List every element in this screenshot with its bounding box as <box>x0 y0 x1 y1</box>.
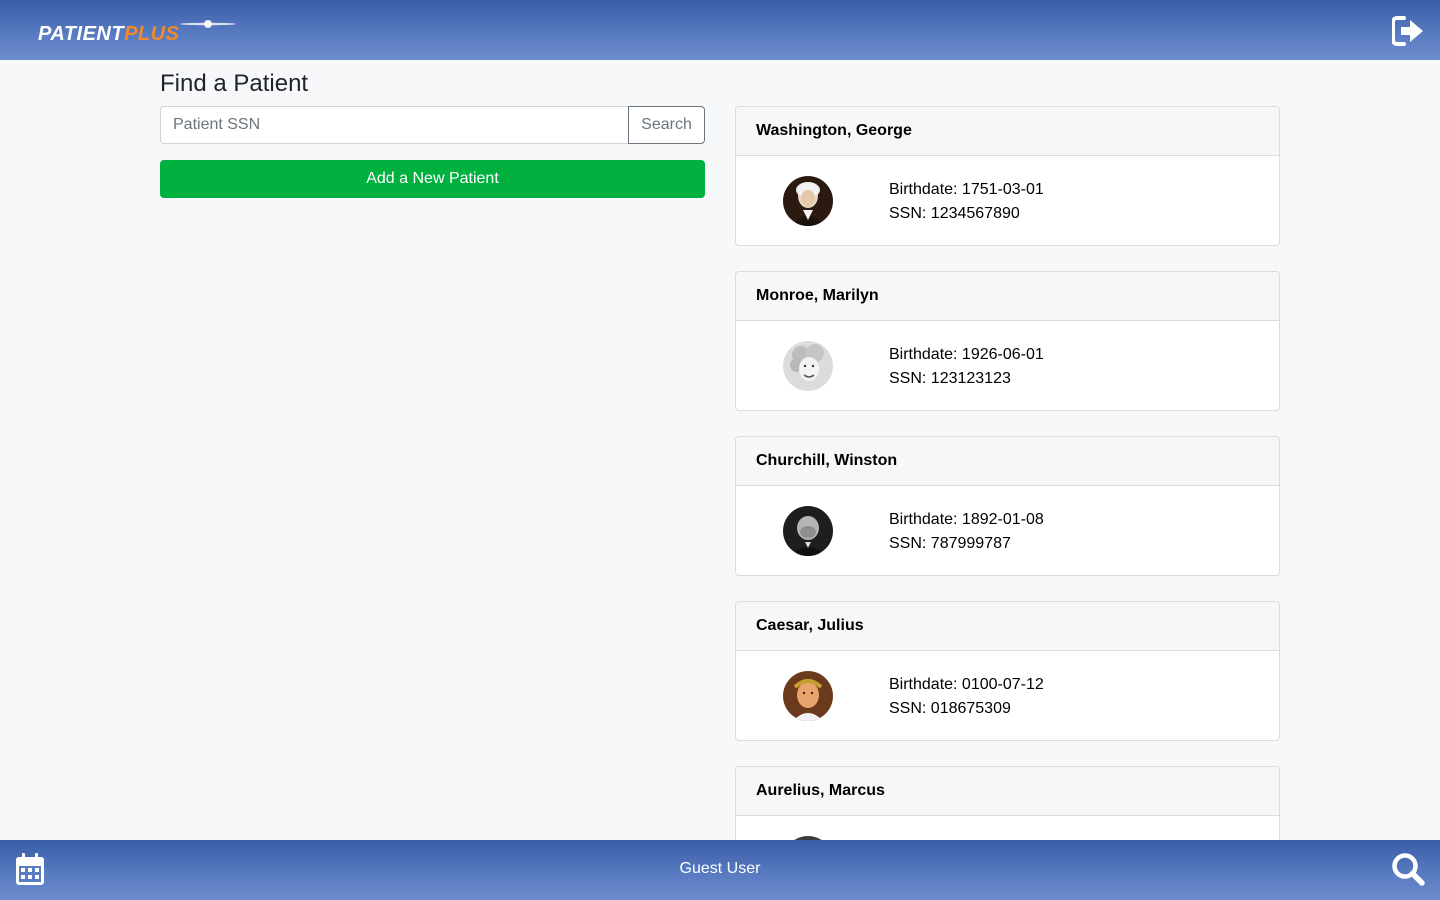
patient-info: Birthdate: 1926-06-01 SSN: 123123123 <box>889 343 1044 391</box>
bottom-navbar: Guest User <box>0 840 1440 900</box>
patient-info: Birthdate: 0100-07-12 SSN: 018675309 <box>889 673 1044 721</box>
patient-birthdate: Birthdate: 1926-06-01 <box>889 346 1044 363</box>
top-navbar: PATIENT PLUS <box>0 0 1440 60</box>
patient-card-body: Birthdate: 0100-07-12 SSN: 018675309 <box>736 651 1279 740</box>
patient-name: Churchill, Winston <box>736 437 1279 486</box>
patient-card-body: Birthdate: 1751-03-01 SSN: 1234567890 <box>736 156 1279 245</box>
patient-ssn: SSN: 787999787 <box>889 535 1011 552</box>
search-nav-button[interactable] <box>1391 852 1425 886</box>
patient-name: Washington, George <box>736 107 1279 156</box>
patient-ssn: SSN: 1234567890 <box>889 205 1020 222</box>
patient-birthdate: Birthdate: 1892-01-08 <box>889 511 1044 528</box>
patient-ssn: SSN: 123123123 <box>889 370 1011 387</box>
main-content: Find a Patient Search Add a New Patient … <box>0 60 1440 840</box>
patient-card-body <box>736 816 1279 840</box>
patient-card[interactable]: Aurelius, Marcus <box>735 766 1280 840</box>
search-icon <box>1392 853 1425 886</box>
ssn-search-group: Search <box>160 106 705 144</box>
patient-card[interactable]: Churchill, Winston Birthdate: 1892-01-08… <box>735 436 1280 576</box>
patient-name: Caesar, Julius <box>736 602 1279 651</box>
patient-name: Aurelius, Marcus <box>736 767 1279 816</box>
ssn-search-input[interactable] <box>160 106 628 144</box>
app-logo[interactable]: PATIENT PLUS <box>38 20 236 48</box>
patient-birthdate: Birthdate: 1751-03-01 <box>889 181 1044 198</box>
page-title: Find a Patient <box>160 70 309 97</box>
logo-text-plus: PLUS <box>124 22 180 45</box>
patient-avatar <box>783 671 833 721</box>
patient-card[interactable]: Caesar, Julius Birthdate: 0100-07-12 SSN… <box>735 601 1280 741</box>
sign-out-icon <box>1391 16 1423 46</box>
patient-name: Monroe, Marilyn <box>736 272 1279 321</box>
patient-card-body: Birthdate: 1926-06-01 SSN: 123123123 <box>736 321 1279 410</box>
logo-text-patient: PATIENT <box>38 22 125 45</box>
add-patient-button[interactable]: Add a New Patient <box>160 160 705 198</box>
patient-info: Birthdate: 1751-03-01 SSN: 1234567890 <box>889 178 1044 226</box>
search-button[interactable]: Search <box>628 106 705 144</box>
patient-birthdate: Birthdate: 0100-07-12 <box>889 676 1044 693</box>
patient-info: Birthdate: 1892-01-08 SSN: 787999787 <box>889 508 1044 556</box>
patient-card[interactable]: Washington, George Birthdate: 1751-03-01… <box>735 106 1280 246</box>
patient-card[interactable]: Monroe, Marilyn Birthdate: 1926-06-01 SS… <box>735 271 1280 411</box>
logo-flare-icon <box>180 20 236 28</box>
patient-avatar <box>783 176 833 226</box>
patient-avatar <box>783 506 833 556</box>
patient-avatar <box>783 341 833 391</box>
current-user-label: Guest User <box>679 860 761 877</box>
patient-card-body: Birthdate: 1892-01-08 SSN: 787999787 <box>736 486 1279 575</box>
patient-list: Washington, George Birthdate: 1751-03-01… <box>735 106 1280 840</box>
logout-button[interactable] <box>1391 16 1424 46</box>
patient-ssn: SSN: 018675309 <box>889 700 1011 717</box>
